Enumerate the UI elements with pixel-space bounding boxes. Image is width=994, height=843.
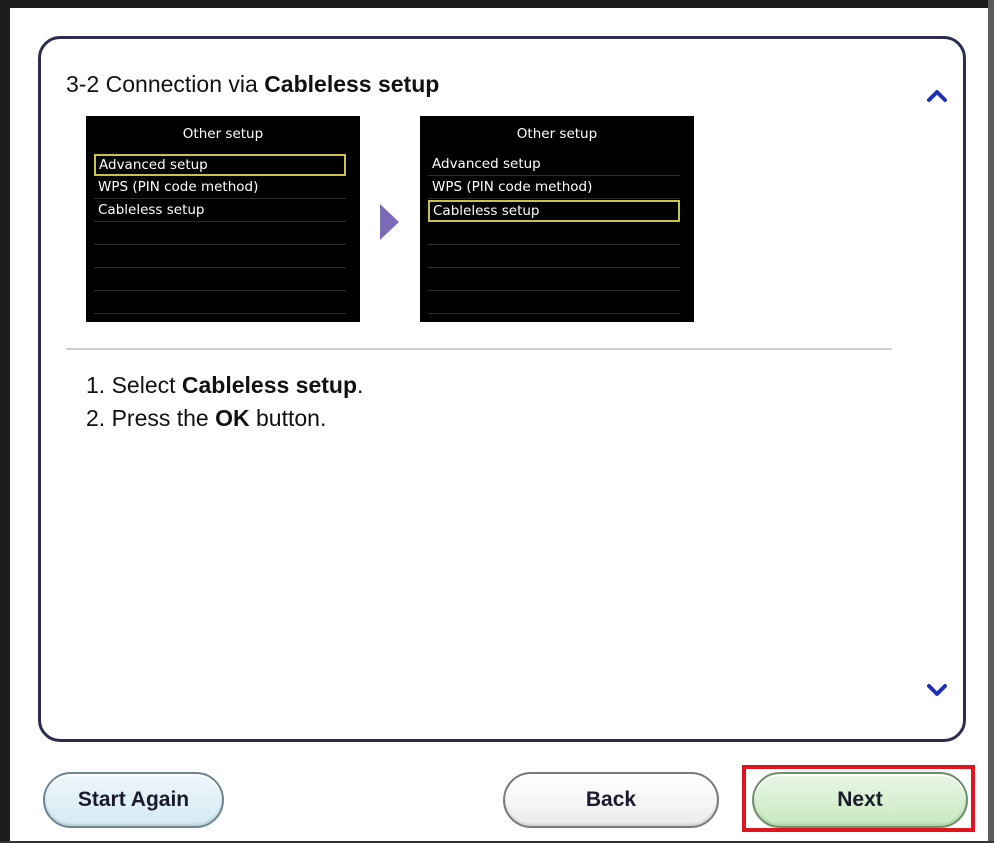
- next-button[interactable]: Next: [752, 772, 968, 828]
- screen-item-wps: WPS (PIN code method): [428, 177, 680, 199]
- screen-item-cableless-setup: Cableless setup: [428, 200, 680, 222]
- window-frame-right: [988, 0, 994, 843]
- back-button[interactable]: Back: [503, 772, 719, 828]
- chevron-down-icon[interactable]: [924, 680, 950, 700]
- screen-empty-row: [428, 223, 680, 245]
- screen-empty-row: [94, 246, 346, 268]
- screen-empty-row: [428, 269, 680, 291]
- screen-item-advanced-setup: Advanced setup: [94, 154, 346, 176]
- instruction-list: 1. Select Cableless setup. 2. Press the …: [86, 369, 363, 435]
- chevron-up-icon[interactable]: [924, 86, 950, 106]
- screen-item-cableless-setup: Cableless setup: [94, 200, 346, 222]
- step1-text: 1. Select: [86, 372, 182, 398]
- screen-empty-row: [94, 292, 346, 314]
- screen-empty-row: [94, 269, 346, 291]
- title-bold: Cableless setup: [264, 71, 440, 97]
- step2-suffix: button.: [249, 405, 327, 431]
- title-prefix: 3-2 Connection via: [66, 71, 265, 97]
- printer-screen-before: Other setup Advanced setup WPS (PIN code…: [86, 116, 360, 322]
- screen-title: Other setup: [516, 126, 598, 142]
- step1-suffix: .: [357, 372, 364, 398]
- section-divider: [66, 348, 892, 350]
- step2-text: 2. Press the: [86, 405, 216, 431]
- screen-item-wps: WPS (PIN code method): [94, 177, 346, 199]
- start-again-button[interactable]: Start Again: [43, 772, 224, 828]
- instruction-step-1: 1. Select Cableless setup.: [86, 369, 363, 402]
- window-frame-left: [0, 0, 10, 843]
- screen-item-advanced-setup: Advanced setup: [428, 154, 680, 176]
- screen-title: Other setup: [182, 126, 264, 142]
- page-title: 3-2 Connection via Cableless setup: [66, 71, 439, 98]
- triangle-right-icon: [380, 204, 399, 240]
- screen-empty-row: [94, 223, 346, 245]
- printer-screen-after: Other setup Advanced setup WPS (PIN code…: [420, 116, 694, 322]
- step2-bold: OK: [215, 405, 250, 431]
- window-frame-top: [0, 0, 994, 8]
- screen-empty-row: [428, 292, 680, 314]
- step1-bold: Cableless setup: [181, 372, 358, 398]
- instruction-step-2: 2. Press the OK button.: [86, 402, 363, 435]
- screen-empty-row: [428, 246, 680, 268]
